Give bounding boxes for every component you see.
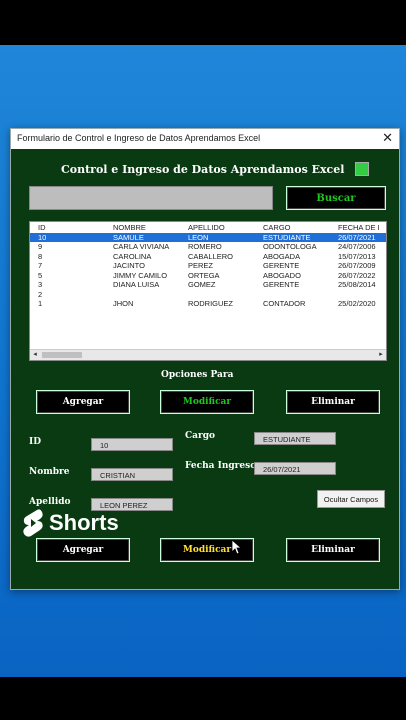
cell-cargo: CONTADOR	[263, 299, 306, 308]
nombre-label: Nombre	[29, 467, 70, 477]
cell-id: 7	[38, 261, 43, 270]
cell-cargo: ODONTOLOGA	[263, 242, 317, 251]
cell-fecha: 26/07/2009	[338, 261, 376, 270]
scroll-left-icon[interactable]: ◂	[30, 350, 40, 360]
list-item[interactable]: 3 DIANA LUISA GOMEZ GERENTE 25/08/2014	[30, 280, 386, 290]
cell-nombre: JIMMY CAMILO	[113, 270, 168, 280]
cell-id: 2	[38, 289, 43, 299]
cargo-label: Cargo	[185, 431, 216, 441]
cell-nombre: CAROLINA	[113, 251, 152, 261]
form-header: Control e Ingreso de Datos Aprendamos Ex…	[61, 163, 345, 176]
cell-cargo: ESTUDIANTE	[263, 232, 311, 242]
eliminar-button[interactable]: Eliminar	[286, 390, 380, 414]
ocultar-campos-button[interactable]: Ocultar Campos	[317, 490, 385, 508]
list-item[interactable]: 8 CAROLINA CABALLERO ABOGADA 15/07/2013	[30, 252, 386, 262]
cell-apellido: PEREZ	[188, 261, 214, 270]
column-header: FECHA DE I	[338, 223, 380, 232]
list-item[interactable]: 7 JACINTO PEREZ GERENTE 26/07/2009	[30, 261, 386, 271]
id-field[interactable]: 10	[91, 438, 173, 451]
column-header: APELLIDO	[188, 223, 225, 232]
cell-id: 9	[38, 242, 43, 251]
cell-id: 1	[38, 299, 43, 308]
cell-id: 3	[38, 280, 43, 289]
modificar-button[interactable]: Modificar	[160, 390, 254, 414]
cell-apellido: RODRIGUEZ	[188, 299, 233, 308]
column-header: ID	[38, 223, 46, 232]
fecha-field[interactable]: 26/07/2021	[254, 462, 336, 475]
cell-apellido: ROMERO	[188, 242, 222, 251]
records-list[interactable]: ID NOMBRE APELLIDO CARGO FECHA DE I 10 S…	[29, 221, 387, 361]
scrollbar-thumb[interactable]	[42, 352, 82, 358]
cell-id: 5	[38, 270, 43, 280]
agregar-button-bottom[interactable]: Agregar	[36, 538, 130, 562]
shorts-label: Shorts	[49, 510, 119, 535]
cell-id: 8	[38, 251, 43, 261]
close-icon[interactable]: ✕	[382, 130, 393, 146]
cell-fecha: 25/02/2020	[338, 299, 376, 308]
cell-fecha: 26/07/2021	[338, 232, 376, 242]
id-label: ID	[29, 437, 42, 447]
list-item[interactable]: 5 JIMMY CAMILO ORTEGA ABOGADO 26/07/2022	[30, 271, 386, 281]
cell-cargo: GERENTE	[263, 261, 300, 270]
cell-cargo: ABOGADA	[263, 251, 301, 261]
cell-nombre: JACINTO	[113, 261, 145, 270]
list-item[interactable]: 2	[30, 290, 386, 300]
nombre-field[interactable]: CRISTIAN	[91, 468, 173, 481]
cell-fecha: 15/07/2013	[338, 251, 376, 261]
cell-nombre: CARLA VIVIANA	[113, 242, 170, 251]
fecha-label: Fecha Ingreso	[185, 461, 257, 471]
column-header: CARGO	[263, 223, 291, 232]
cell-cargo: ABOGADO	[263, 270, 301, 280]
agregar-button[interactable]: Agregar	[36, 390, 130, 414]
list-item[interactable]: 1 JHON RODRIGUEZ CONTADOR 25/02/2020	[30, 299, 386, 309]
shorts-watermark: Shorts	[22, 508, 119, 538]
cell-cargo: GERENTE	[263, 280, 300, 289]
window-title: Formulario de Control e Ingreso de Datos…	[17, 133, 261, 143]
cell-fecha: 25/08/2014	[338, 280, 376, 289]
search-button[interactable]: Buscar	[286, 186, 386, 210]
cargo-field[interactable]: ESTUDIANTE	[254, 432, 336, 445]
cell-nombre: JHON	[113, 299, 134, 308]
cell-fecha: 24/07/2006	[338, 242, 376, 251]
cell-apellido: LEON	[188, 232, 209, 242]
column-header: NOMBRE	[113, 223, 146, 232]
eliminar-button-bottom[interactable]: Eliminar	[286, 538, 380, 562]
list-header: ID NOMBRE APELLIDO CARGO FECHA DE I	[30, 223, 386, 233]
apellido-label: Apellido	[29, 497, 71, 507]
cell-apellido: CABALLERO	[188, 251, 234, 261]
shorts-logo-icon	[23, 509, 43, 537]
scroll-right-icon[interactable]: ▸	[376, 350, 386, 360]
cell-id: 10	[38, 232, 47, 242]
list-item[interactable]: 9 CARLA VIVIANA ROMERO ODONTOLOGA 24/07/…	[30, 242, 386, 252]
cell-fecha: 26/07/2022	[338, 270, 376, 280]
title-bar: Formulario de Control e Ingreso de Datos…	[11, 129, 399, 149]
list-item-selected[interactable]: 10 SAMULE LEON ESTUDIANTE 26/07/2021	[30, 232, 386, 242]
search-input[interactable]	[29, 186, 273, 210]
cell-apellido: ORTEGA	[188, 270, 220, 280]
cell-nombre: DIANA LUISA	[113, 280, 160, 289]
status-indicator[interactable]	[355, 162, 369, 176]
cell-apellido: GOMEZ	[188, 280, 216, 289]
options-title: Opciones Para	[161, 370, 234, 380]
cell-nombre: SAMULE	[113, 232, 144, 242]
mouse-cursor-icon	[232, 540, 242, 554]
horizontal-scrollbar[interactable]: ◂ ▸	[30, 349, 386, 360]
